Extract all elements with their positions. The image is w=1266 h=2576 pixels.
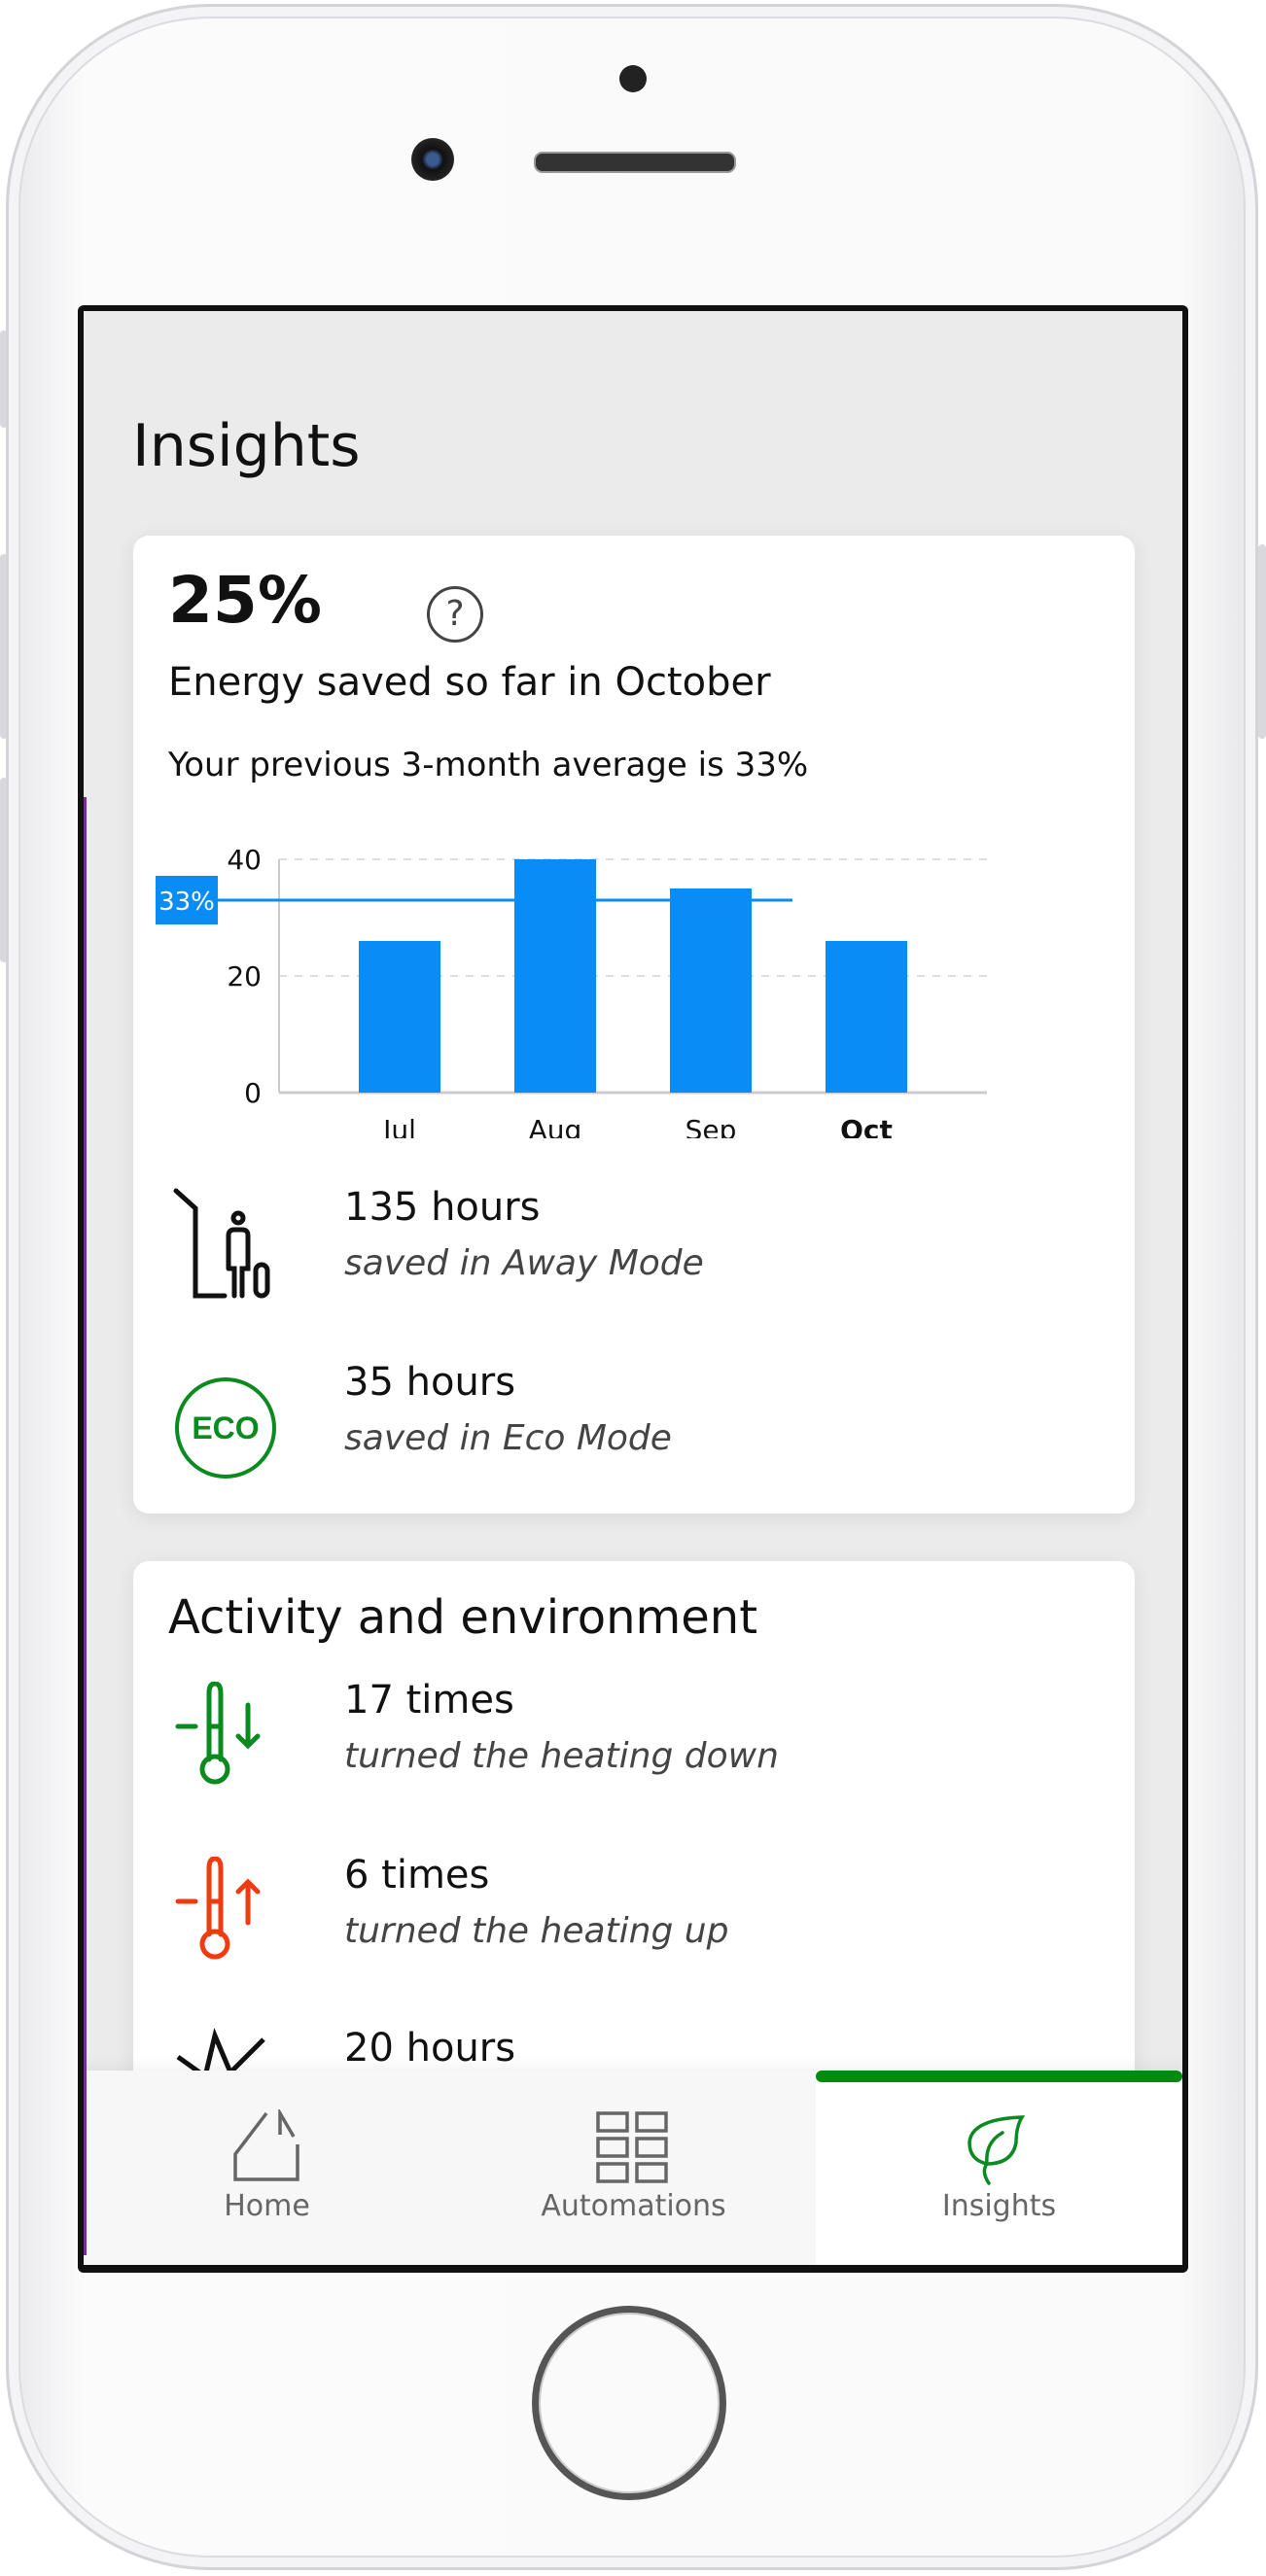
y-tick-label: 20 — [227, 960, 262, 992]
x-tick-label: Aug — [529, 1114, 582, 1138]
bar-aug — [514, 859, 596, 1093]
y-tick-label: 40 — [227, 844, 262, 876]
thermometer-up-icon — [174, 1856, 271, 1967]
eco-icon: ECO — [175, 1377, 276, 1479]
bar-oct — [826, 941, 907, 1093]
away-hours-value: 135 hours — [344, 1185, 541, 1230]
app-screen: Insights 25% ? Energy saved so far in Oc… — [84, 311, 1182, 2265]
sun-hours-value: 20 hours — [344, 2026, 516, 2071]
away-mode-icon — [172, 1187, 279, 1307]
thermometer-down-icon — [174, 1681, 271, 1793]
tab-insights-label: Insights — [941, 2189, 1057, 2223]
tab-home-label: Home — [224, 2189, 310, 2223]
tab-automations[interactable]: Automations — [450, 2071, 817, 2265]
front-camera — [411, 138, 454, 181]
tab-automations-label: Automations — [541, 2189, 726, 2223]
savings-percent: 25% — [168, 563, 322, 638]
eco-hours-value: 35 hours — [344, 1360, 516, 1405]
x-tick-label: Jul — [381, 1114, 416, 1138]
activity-title: Activity and environment — [168, 1590, 758, 1645]
average-badge-label: 33% — [158, 888, 215, 917]
eco-hours-label: saved in Eco Mode — [344, 1418, 672, 1458]
leaf-icon — [967, 2115, 1026, 2185]
tab-home[interactable]: Home — [84, 2071, 450, 2265]
screen-edge-line — [84, 797, 87, 2255]
grid-icon — [596, 2111, 668, 2183]
home-icon — [233, 2109, 299, 2181]
away-hours-label: saved in Away Mode — [344, 1243, 704, 1283]
bar-sep — [670, 888, 752, 1093]
savings-headline: Energy saved so far in October — [168, 660, 771, 705]
tab-insights[interactable]: Insights — [816, 2071, 1182, 2265]
heating-up-value: 6 times — [344, 1853, 490, 1897]
home-hardware-button — [532, 2306, 726, 2500]
heating-down-label: turned the heating down — [344, 1736, 779, 1776]
earpiece-speaker — [534, 152, 736, 173]
page-title: Insights — [132, 412, 361, 480]
energy-savings-card: 25% ? Energy saved so far in October You… — [133, 536, 1135, 1514]
phone-power-button — [1258, 544, 1266, 739]
question-circle-icon[interactable]: ? — [427, 586, 483, 643]
y-tick-label: 0 — [244, 1077, 262, 1109]
sensor-dot — [619, 65, 647, 92]
heating-up-label: turned the heating up — [344, 1911, 729, 1951]
x-tick-label: Sep — [686, 1114, 737, 1138]
x-tick-label: Oct — [840, 1114, 893, 1138]
active-tab-indicator — [816, 2071, 1182, 2082]
average-text: Your previous 3-month average is 33% — [168, 746, 809, 784]
bar-jul — [359, 941, 440, 1093]
savings-bar-chart: 0 20 40 Jul Aug Sep Oct 33% — [156, 844, 987, 1138]
heating-down-value: 17 times — [344, 1678, 514, 1723]
